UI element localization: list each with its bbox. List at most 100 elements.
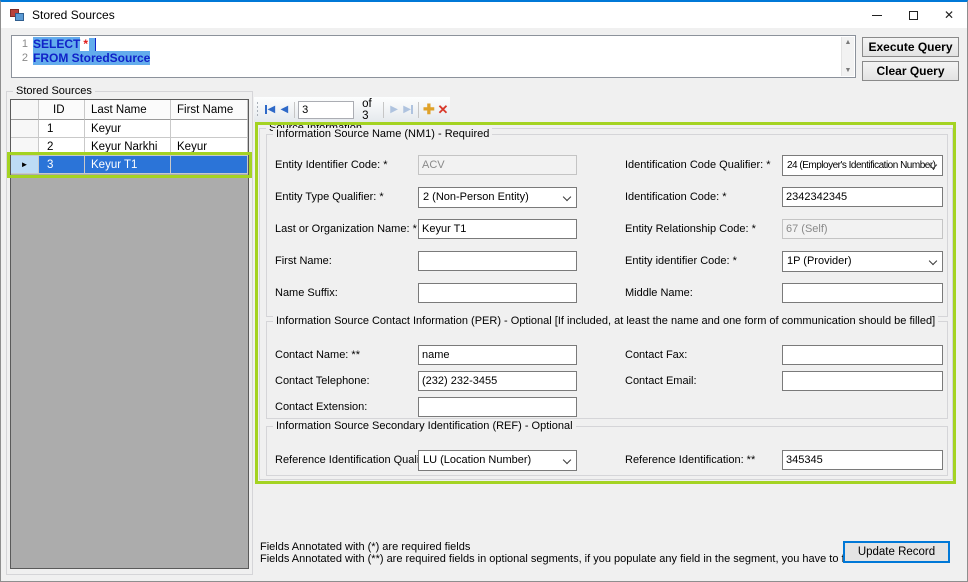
- window-title: Stored Sources: [32, 8, 115, 22]
- combo-value: 24 (Employer's Identification Number): [787, 160, 935, 171]
- grid-header-last-name[interactable]: Last Name: [85, 100, 171, 120]
- contact-fax-label: Contact Fax:: [625, 349, 782, 361]
- nav-first-icon: ◀: [267, 104, 275, 115]
- grid-cell-last-name[interactable]: Keyur: [85, 120, 171, 138]
- toolbar-separator: [294, 102, 295, 118]
- nav-next-icon: ▶: [390, 104, 398, 115]
- reference-identification-input[interactable]: [782, 450, 943, 470]
- contact-extension-input[interactable]: [418, 397, 577, 417]
- row-selector-cell[interactable]: [11, 138, 39, 156]
- stored-sources-grid[interactable]: ID Last Name First Name 1 Keyur 2 Keyur …: [10, 99, 249, 569]
- query-line-1: 1SELECT*: [12, 37, 855, 51]
- per-group: Information Source Contact Information (…: [266, 321, 948, 419]
- query-scrollbar[interactable]: ▲ ▼: [841, 37, 854, 76]
- chevron-down-icon: [929, 256, 937, 264]
- maximize-button[interactable]: [895, 2, 931, 28]
- close-button[interactable]: ✕: [931, 2, 967, 28]
- close-icon: ✕: [944, 9, 954, 21]
- combo-value: LU (Location Number): [423, 454, 531, 466]
- query-editor[interactable]: 1SELECT* 2 FROM StoredSource ▲ ▼: [11, 35, 856, 78]
- grid-cell-first-name[interactable]: Keyur: [171, 138, 248, 156]
- clear-query-button[interactable]: Clear Query: [862, 61, 959, 81]
- grid-header-selector: [11, 100, 39, 120]
- grid-cell-first-name[interactable]: [171, 156, 248, 174]
- grid-cell-id[interactable]: 2: [39, 138, 85, 156]
- ref-group: Information Source Secondary Identificat…: [266, 426, 948, 476]
- required-fields-note: Fields Annotated with (*) are required f…: [260, 542, 901, 554]
- entity-relationship-code-label: Entity Relationship Code: *: [625, 223, 782, 235]
- table-row-selected[interactable]: ► 3 Keyur T1: [11, 156, 248, 174]
- identification-code-qualifier-combo[interactable]: 24 (Employer's Identification Number): [782, 155, 943, 176]
- contact-name-label: Contact Name: **: [275, 349, 418, 361]
- chevron-down-icon: [563, 455, 571, 463]
- add-record-button[interactable]: ✚: [422, 100, 436, 120]
- table-row[interactable]: 1 Keyur: [11, 120, 248, 138]
- reference-identification-qualifier-label: Reference Identification Qualifier: **: [275, 454, 418, 466]
- grid-cell-id[interactable]: 1: [39, 120, 85, 138]
- move-first-button[interactable]: ◀: [263, 100, 277, 120]
- move-last-button[interactable]: ▶: [401, 100, 415, 120]
- identification-code-qualifier-label: Identification Code Qualifier: *: [625, 159, 782, 171]
- form-row: Contact Extension:: [267, 394, 947, 420]
- minimize-icon: [872, 15, 882, 16]
- form-row: Name Suffix: Middle Name:: [267, 277, 947, 309]
- add-icon: ✚: [423, 101, 435, 118]
- grid-cell-last-name[interactable]: Keyur T1: [85, 156, 171, 174]
- record-count-label: of 3: [362, 98, 374, 122]
- name-suffix-input[interactable]: [418, 283, 577, 303]
- move-previous-button[interactable]: ◀: [277, 100, 291, 120]
- execute-query-button[interactable]: Execute Query: [862, 37, 959, 57]
- row-selector-cell[interactable]: [11, 120, 39, 138]
- contact-fax-input[interactable]: [782, 345, 943, 365]
- footer-notes: Fields Annotated with (*) are required f…: [260, 542, 901, 565]
- first-name-input[interactable]: [418, 251, 577, 271]
- optional-segment-note: Fields Annotated with (**) are required …: [260, 554, 901, 566]
- chevron-down-icon: [563, 192, 571, 200]
- last-or-organization-name-input[interactable]: [418, 219, 577, 239]
- last-or-organization-name-label: Last or Organization Name: *: [275, 223, 418, 235]
- update-record-button[interactable]: Update Record: [843, 541, 950, 563]
- grid-header-first-name[interactable]: First Name: [171, 100, 248, 120]
- window-controls: ✕: [859, 2, 967, 28]
- contact-name-input[interactable]: [418, 345, 577, 365]
- form-row: Contact Telephone: Contact Email:: [267, 368, 947, 394]
- table-row[interactable]: 2 Keyur Narkhi Keyur: [11, 138, 248, 156]
- query-star: *: [83, 37, 88, 51]
- middle-name-label: Middle Name:: [625, 287, 782, 299]
- toolbar-grip[interactable]: [257, 102, 258, 118]
- record-navigator-toolbar: ◀ ◀ of 3 ▶ ▶ ✚ ✕: [254, 97, 450, 122]
- minimize-button[interactable]: [859, 2, 895, 28]
- identification-code-input[interactable]: [782, 187, 943, 207]
- scroll-down-icon[interactable]: ▼: [845, 67, 852, 74]
- scroll-up-icon[interactable]: ▲: [845, 39, 852, 46]
- form-row: Entity Identifier Code: * Identification…: [267, 149, 947, 181]
- contact-telephone-input[interactable]: [418, 371, 577, 391]
- middle-name-input[interactable]: [782, 283, 943, 303]
- form-row: Last or Organization Name: * Entity Rela…: [267, 213, 947, 245]
- per-group-title: Information Source Contact Information (…: [273, 315, 938, 327]
- contact-telephone-label: Contact Telephone:: [275, 375, 418, 387]
- grid-cell-last-name[interactable]: Keyur Narkhi: [85, 138, 171, 156]
- reference-identification-qualifier-combo[interactable]: LU (Location Number): [418, 450, 577, 471]
- nm1-group: Information Source Name (NM1) - Required…: [266, 134, 948, 317]
- move-next-button[interactable]: ▶: [387, 100, 401, 120]
- query-text: FROM StoredSource: [33, 51, 150, 65]
- delete-record-button[interactable]: ✕: [436, 100, 450, 120]
- stored-sources-group-title: Stored Sources: [13, 85, 95, 97]
- nm1-group-title: Information Source Name (NM1) - Required: [273, 128, 492, 140]
- entity-type-qualifier-combo[interactable]: 2 (Non-Person Entity): [418, 187, 577, 208]
- row-selector-cell[interactable]: ►: [11, 156, 39, 174]
- grid-cell-id[interactable]: 3: [39, 156, 85, 174]
- combo-value: 2 (Non-Person Entity): [423, 191, 529, 203]
- contact-email-label: Contact Email:: [625, 375, 782, 387]
- entity-identifier-code-2-combo[interactable]: 1P (Provider): [782, 251, 943, 272]
- toolbar-separator: [383, 102, 384, 118]
- grid-cell-first-name[interactable]: [171, 120, 248, 138]
- name-suffix-label: Name Suffix:: [275, 287, 418, 299]
- source-information-group: Source Information Information Source Na…: [259, 128, 953, 480]
- record-position-input[interactable]: [298, 101, 354, 119]
- grid-header-id[interactable]: ID: [39, 100, 85, 120]
- contact-email-input[interactable]: [782, 371, 943, 391]
- line-number: 2: [12, 52, 28, 64]
- entity-identifier-code-input: [418, 155, 577, 175]
